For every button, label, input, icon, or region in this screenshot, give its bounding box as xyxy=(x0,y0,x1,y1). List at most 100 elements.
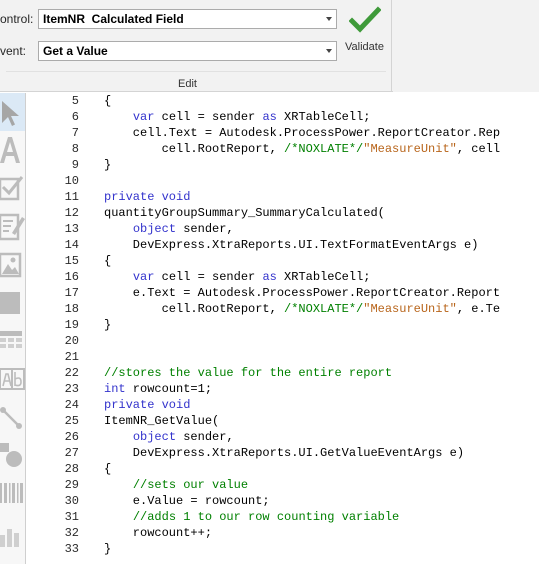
code-token: DevExpress.XtraReports.UI.GetValueEventA… xyxy=(104,446,465,460)
ribbon-empty-area xyxy=(393,0,539,92)
line-number: 22 xyxy=(64,366,79,380)
code-line[interactable]: 29 //sets our value xyxy=(27,477,539,493)
line-number: 29 xyxy=(64,478,79,492)
toolbox-item-line[interactable] xyxy=(0,397,25,435)
code-token: XRTableCell; xyxy=(276,270,371,284)
code-line[interactable]: 30 e.Value = rowcount; xyxy=(27,493,539,509)
code-text: quantityGroupSummary_SummaryCalculated( xyxy=(104,205,385,221)
toolbox-item-table[interactable] xyxy=(0,321,25,359)
ribbon-edit-group: ontrol: ItemNR Calculated Field vent: Ge… xyxy=(0,0,392,92)
line-number: 10 xyxy=(64,174,79,188)
code-text: cell.RootReport, /*NOXLATE*/"MeasureUnit… xyxy=(104,301,500,317)
code-line[interactable]: 17 e.Text = Autodesk.ProcessPower.Report… xyxy=(27,285,539,301)
code-token: sender, xyxy=(176,222,234,236)
code-line[interactable]: 10 xyxy=(27,173,539,189)
code-line[interactable]: 9} xyxy=(27,157,539,173)
code-token: int xyxy=(104,382,126,396)
code-line[interactable]: 28 { xyxy=(27,461,539,477)
code-token: cell.Text = Autodesk.ProcessPower.Report… xyxy=(104,126,501,140)
code-line[interactable]: 32 rowcount++; xyxy=(27,525,539,541)
group-divider xyxy=(6,71,386,72)
line-number: 28 xyxy=(64,462,79,476)
toolbox-item-checkbox[interactable] xyxy=(0,169,25,207)
code-line[interactable]: 26 object sender, xyxy=(27,429,539,445)
code-line[interactable]: 12 quantityGroupSummary_SummaryCalculated… xyxy=(27,205,539,221)
line-number: 27 xyxy=(64,446,79,460)
code-line[interactable]: 8 cell.RootReport, /*NOXLATE*/"MeasureUn… xyxy=(27,141,539,157)
pointer-icon xyxy=(2,101,19,126)
code-line[interactable]: 19} xyxy=(27,317,539,333)
line-number: 20 xyxy=(64,334,79,348)
line-number: 5 xyxy=(71,94,79,108)
code-token: e.Text = Autodesk.ProcessPower.ReportCre… xyxy=(104,286,501,300)
code-token: , cell xyxy=(456,142,501,156)
toolbox-item-character-comb[interactable] xyxy=(0,359,25,397)
line-number: 11 xyxy=(64,190,79,204)
chart-icon xyxy=(0,529,19,547)
line-number: 21 xyxy=(64,350,79,364)
code-line[interactable]: 23 int rowcount=1; xyxy=(27,381,539,397)
code-line[interactable]: 5{ xyxy=(27,93,539,109)
character-comb-icon xyxy=(0,368,25,390)
code-token: cell = sender xyxy=(154,270,263,284)
toolbox-item-shape[interactable] xyxy=(0,435,25,473)
code-line[interactable]: 7 cell.Text = Autodesk.ProcessPower.Repo… xyxy=(27,125,539,141)
toolbox-item-label[interactable] xyxy=(0,131,25,169)
toolbox-item-rich-text[interactable] xyxy=(0,207,25,245)
code-text: private void xyxy=(104,189,190,205)
code-line[interactable]: 27 DevExpress.XtraReports.UI.GetValueEve… xyxy=(27,445,539,461)
code-line[interactable]: 6 var cell = sender as XRTableCell; xyxy=(27,109,539,125)
code-line[interactable]: 21 xyxy=(27,349,539,365)
toolbox-item-pointer[interactable] xyxy=(0,93,25,131)
toolbox-item-more[interactable] xyxy=(0,511,25,549)
checkbox-icon xyxy=(0,176,24,201)
event-combobox[interactable]: Get a Value xyxy=(38,41,337,61)
code-line[interactable]: 33} xyxy=(27,541,539,557)
ribbon: ontrol: ItemNR Calculated Field vent: Ge… xyxy=(0,0,539,92)
chevron-down-icon[interactable] xyxy=(326,49,332,53)
toolbox-item-barcode[interactable] xyxy=(0,473,25,511)
code-line[interactable]: 20 xyxy=(27,333,539,349)
code-token: } xyxy=(104,318,112,332)
rich-text-icon xyxy=(0,213,25,241)
code-token: quantityGroupSummary_SummaryCalculated( xyxy=(104,206,385,220)
code-line[interactable]: 15 { xyxy=(27,253,539,269)
line-number: 33 xyxy=(64,542,79,556)
code-line[interactable]: 25 ItemNR_GetValue( xyxy=(27,413,539,429)
chevron-down-icon[interactable] xyxy=(326,17,332,21)
code-text: object sender, xyxy=(104,221,234,237)
control-combobox[interactable]: ItemNR Calculated Field xyxy=(38,9,337,29)
code-line[interactable]: 14 DevExpress.XtraReports.UI.TextFormatE… xyxy=(27,237,539,253)
code-line[interactable]: 18 cell.RootReport, /*NOXLATE*/"MeasureU… xyxy=(27,301,539,317)
code-token: DevExpress.XtraReports.UI.TextFormatEven… xyxy=(104,238,479,252)
line-number: 30 xyxy=(64,494,79,508)
code-token: { xyxy=(104,94,112,108)
code-text: rowcount++; xyxy=(104,525,212,541)
code-line[interactable]: 24 private void xyxy=(27,397,539,413)
code-line[interactable]: 11 private void xyxy=(27,189,539,205)
code-token: //sets our value xyxy=(132,478,249,492)
code-token: } xyxy=(104,158,112,172)
code-text: //stores the value for the entire report xyxy=(104,365,392,381)
code-token: rowcount=1; xyxy=(125,382,213,396)
code-token: "MeasureUnit" xyxy=(363,142,457,156)
code-token: sender, xyxy=(176,430,234,444)
code-token: rowcount++; xyxy=(104,526,213,540)
code-line[interactable]: 31 //adds 1 to our row counting variable xyxy=(27,509,539,525)
code-text: { xyxy=(104,253,111,269)
toolbox-item-panel[interactable] xyxy=(0,283,25,321)
picture-icon xyxy=(0,252,22,278)
toolbox-item-picture[interactable] xyxy=(0,245,25,283)
validate-button[interactable]: Validate xyxy=(343,4,387,60)
barcode-icon xyxy=(0,483,23,503)
line-number: 7 xyxy=(71,126,79,140)
code-text: } xyxy=(104,157,111,173)
code-line[interactable]: 16 var cell = sender as XRTableCell; xyxy=(27,269,539,285)
line-number: 6 xyxy=(71,110,79,124)
label-icon xyxy=(0,137,20,163)
code-editor[interactable]: 5{6 var cell = sender as XRTableCell; 7 c… xyxy=(27,93,539,564)
code-line[interactable]: 22 //stores the value for the entire repo… xyxy=(27,365,539,381)
code-line[interactable]: 13 object sender, xyxy=(27,221,539,237)
